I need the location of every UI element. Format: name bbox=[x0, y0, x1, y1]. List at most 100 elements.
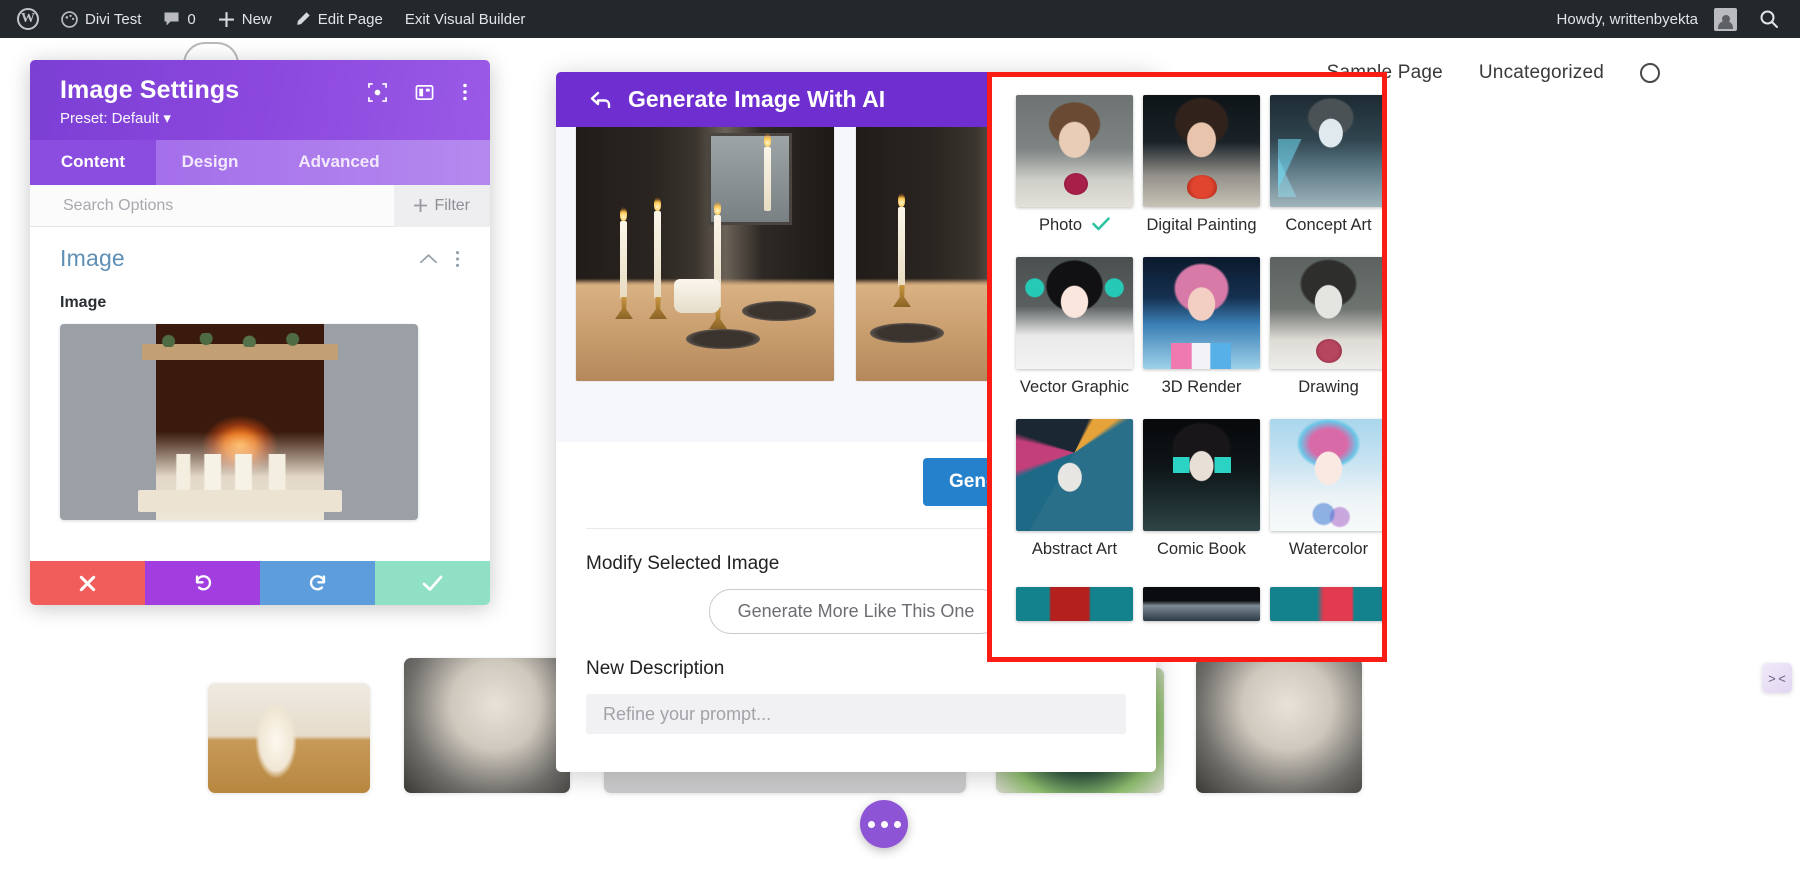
search-options-row: Filter bbox=[30, 184, 490, 227]
style-label: Digital Painting bbox=[1146, 216, 1257, 234]
wp-admin-bar: W Divi Test 0 New Edit Page Exit Visual … bbox=[0, 0, 1800, 38]
style-label: 3D Render bbox=[1161, 378, 1242, 396]
site-name-menu[interactable]: Divi Test bbox=[50, 0, 152, 38]
style-thumbnail bbox=[1016, 419, 1133, 531]
save-button[interactable] bbox=[375, 561, 490, 605]
ai-modal-title: Generate Image With AI bbox=[628, 86, 886, 112]
comments-menu[interactable]: 0 bbox=[152, 0, 206, 38]
redo-arrow-icon bbox=[308, 573, 328, 593]
search-icon bbox=[1759, 9, 1779, 29]
style-thumbnail bbox=[1016, 587, 1133, 621]
style-option-photo[interactable]: Photo bbox=[1016, 95, 1133, 257]
tab-advanced[interactable]: Advanced bbox=[264, 140, 414, 185]
style-thumbnail bbox=[1143, 419, 1260, 531]
pencil-icon bbox=[294, 11, 311, 28]
style-option-3d-render[interactable]: 3D Render bbox=[1143, 257, 1260, 419]
style-label: Concept Art bbox=[1285, 216, 1372, 234]
admin-search-button[interactable] bbox=[1748, 0, 1790, 38]
edit-page-link[interactable]: Edit Page bbox=[283, 0, 394, 38]
style-thumbnail bbox=[1270, 419, 1382, 531]
style-option-drawing[interactable]: Drawing bbox=[1270, 257, 1382, 419]
exit-visual-builder-link[interactable]: Exit Visual Builder bbox=[394, 0, 537, 38]
style-label: Photo bbox=[1038, 216, 1083, 234]
filter-button[interactable]: Filter bbox=[394, 184, 490, 227]
image-group-title: Image bbox=[60, 245, 125, 271]
back-arrow-icon[interactable] bbox=[590, 91, 612, 109]
checkmark-icon bbox=[1092, 216, 1110, 235]
wordpress-logo-icon[interactable]: W bbox=[6, 0, 50, 38]
style-label: Abstract Art bbox=[1031, 540, 1118, 558]
style-option-comic-book[interactable]: Comic Book bbox=[1143, 419, 1260, 581]
style-thumbnail bbox=[1143, 95, 1260, 207]
style-thumbnail bbox=[1270, 95, 1382, 207]
dashboard-icon bbox=[61, 10, 78, 28]
panel-action-bar bbox=[30, 561, 490, 605]
style-thumbnail bbox=[1016, 257, 1133, 369]
exit-visual-builder-label: Exit Visual Builder bbox=[404, 10, 526, 28]
new-label: New bbox=[241, 10, 272, 28]
redo-button[interactable] bbox=[260, 561, 375, 605]
image-preview[interactable] bbox=[60, 324, 418, 520]
generate-more-like-this-button[interactable]: Generate More Like This One bbox=[708, 589, 1004, 634]
panel-body: Image Image bbox=[30, 227, 490, 520]
style-label: Comic Book bbox=[1157, 540, 1246, 558]
style-option-concept-art[interactable]: Concept Art bbox=[1270, 95, 1382, 257]
comments-count: 0 bbox=[187, 10, 196, 28]
new-content-menu[interactable]: New bbox=[207, 0, 283, 38]
site-name-label: Divi Test bbox=[85, 10, 142, 28]
avatar bbox=[1714, 7, 1737, 31]
style-picker-scroll-area[interactable]: Photo Digital Painting Concept Art Vecto… bbox=[992, 77, 1382, 643]
style-option-digital-painting[interactable]: Digital Painting bbox=[1143, 95, 1260, 257]
new-description-input[interactable]: Refine your prompt... bbox=[586, 694, 1126, 734]
search-input[interactable] bbox=[30, 196, 395, 215]
style-option-partial-2[interactable] bbox=[1143, 587, 1260, 643]
search-icon[interactable] bbox=[1640, 63, 1660, 83]
chevron-up-icon[interactable] bbox=[420, 253, 437, 264]
site-nav-item-uncategorized[interactable]: Uncategorized bbox=[1479, 62, 1604, 84]
style-thumbnail bbox=[1270, 257, 1382, 369]
ellipsis-dots-icon[interactable] bbox=[860, 800, 908, 848]
comment-bubble-icon bbox=[163, 11, 180, 27]
tab-content[interactable]: Content bbox=[30, 140, 156, 185]
style-option-abstract-art[interactable]: Abstract Art bbox=[1016, 419, 1133, 581]
plus-icon bbox=[218, 11, 235, 28]
plus-icon bbox=[414, 199, 428, 212]
caret-down-icon: ▾ bbox=[163, 110, 171, 127]
list-item[interactable] bbox=[404, 658, 570, 793]
image-settings-panel: Image Settings Preset: Default ▾ Content… bbox=[30, 60, 490, 605]
style-label: Drawing bbox=[1298, 378, 1359, 396]
tab-design[interactable]: Design bbox=[156, 140, 264, 185]
carousel-slide[interactable] bbox=[576, 127, 834, 381]
preset-label: Preset: Default bbox=[60, 110, 160, 127]
collapse-arrows-icon[interactable]: > < bbox=[1762, 663, 1792, 693]
focus-target-icon[interactable] bbox=[368, 82, 387, 102]
style-thumbnail bbox=[1016, 95, 1133, 207]
style-label: Watercolor bbox=[1288, 540, 1369, 558]
list-item[interactable] bbox=[208, 683, 370, 793]
undo-button[interactable] bbox=[145, 561, 260, 605]
style-thumbnail bbox=[1143, 257, 1260, 369]
image-group-header: Image bbox=[60, 245, 460, 272]
style-option-partial-3[interactable] bbox=[1270, 587, 1382, 643]
kebab-menu-icon[interactable] bbox=[462, 82, 468, 102]
image-field-label: Image bbox=[60, 294, 107, 311]
preset-selector[interactable]: Preset: Default ▾ bbox=[60, 109, 470, 127]
settings-tabs: Content Design Advanced bbox=[30, 140, 490, 185]
my-account-menu[interactable]: Howdy, writtenbyekta bbox=[1546, 0, 1748, 38]
screen-root: Sample Page Uncategorized W Divi Test bbox=[0, 0, 1800, 885]
style-option-partial-1[interactable] bbox=[1016, 587, 1133, 643]
style-thumbnail bbox=[1270, 587, 1382, 621]
kebab-menu-icon[interactable] bbox=[455, 250, 460, 268]
style-option-watercolor[interactable]: Watercolor bbox=[1270, 419, 1382, 581]
layout-columns-icon[interactable] bbox=[415, 83, 434, 102]
style-option-vector-graphic[interactable]: Vector Graphic bbox=[1016, 257, 1133, 419]
panel-header: Image Settings Preset: Default ▾ bbox=[30, 60, 490, 140]
style-label: Vector Graphic bbox=[1019, 378, 1130, 396]
howdy-label: Howdy, writtenbyekta bbox=[1556, 10, 1698, 28]
edit-page-label: Edit Page bbox=[317, 10, 383, 28]
list-item[interactable] bbox=[1196, 658, 1362, 793]
cancel-button[interactable] bbox=[30, 561, 145, 605]
style-thumbnail bbox=[1143, 587, 1260, 621]
filter-label: Filter bbox=[434, 196, 470, 214]
close-x-icon bbox=[78, 574, 97, 593]
